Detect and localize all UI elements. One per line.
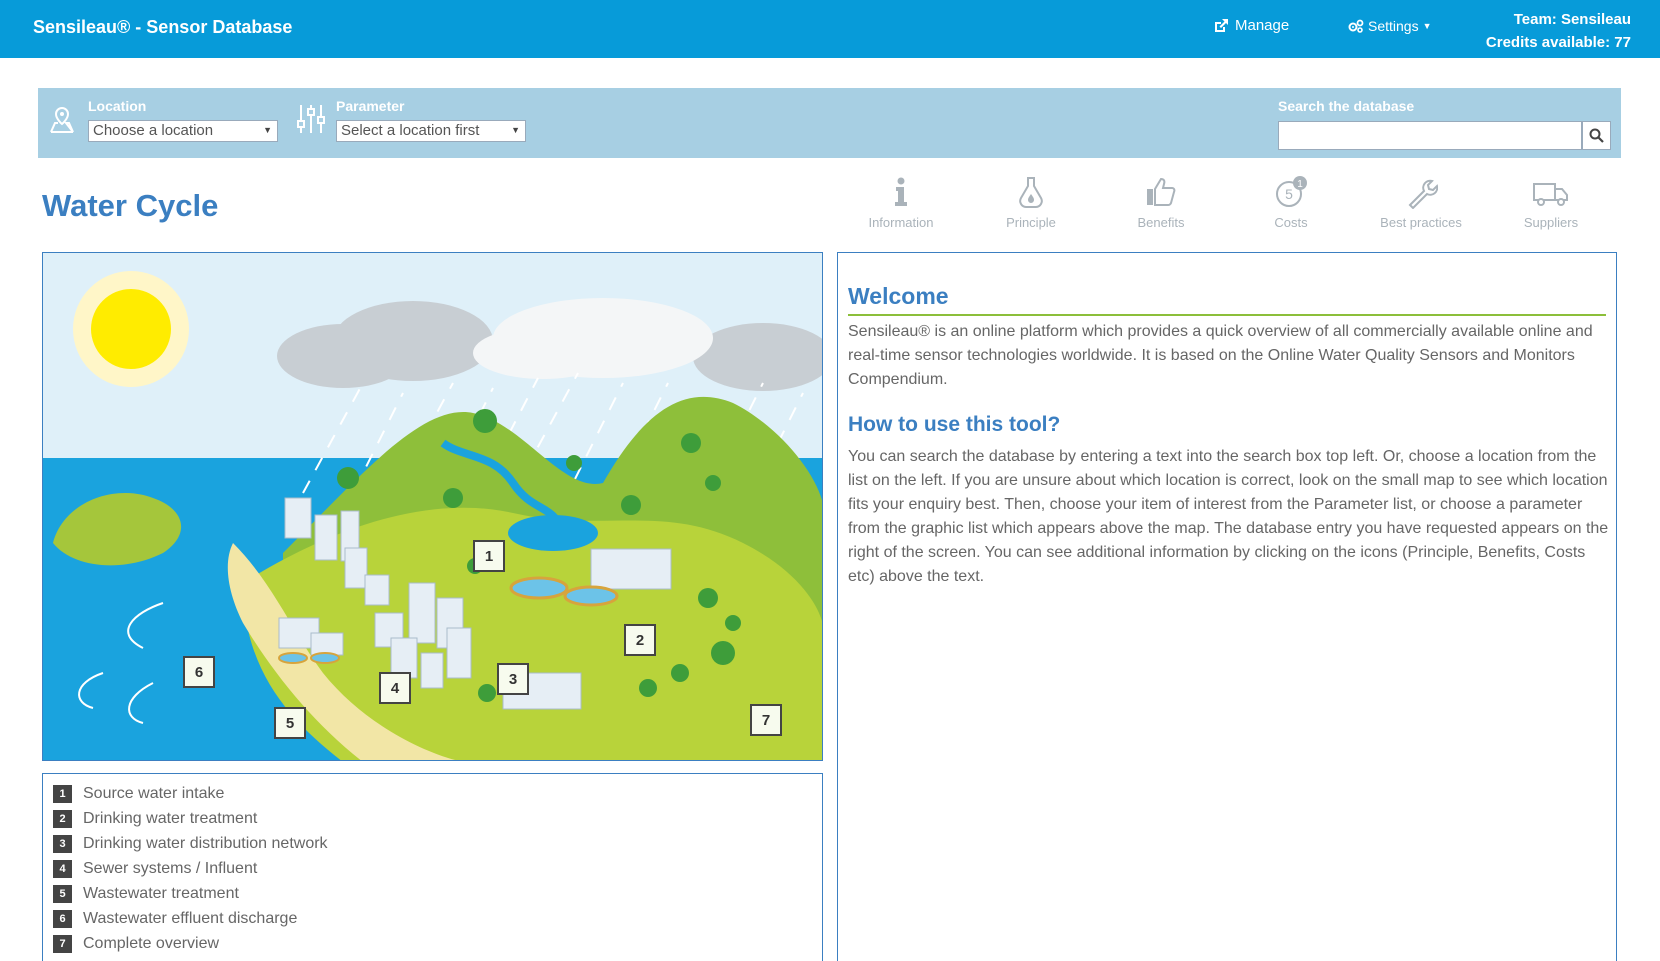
tab-information-label: Information bbox=[868, 215, 934, 230]
legend-item[interactable]: 1 Source water intake bbox=[53, 785, 224, 803]
sun-icon bbox=[73, 271, 189, 387]
map-marker-2[interactable]: 2 bbox=[624, 624, 656, 656]
map-marker-6-label: 6 bbox=[194, 663, 204, 681]
tab-benefits-label: Benefits bbox=[1137, 215, 1185, 230]
top-navbar: Sensileau® - Sensor Database Manage Sett… bbox=[0, 0, 1660, 58]
legend-label: Wastewater treatment bbox=[83, 885, 239, 902]
team-name: Team: Sensileau bbox=[1513, 11, 1631, 28]
manage-link[interactable]: Manage bbox=[1213, 17, 1289, 34]
gears-icon bbox=[1348, 19, 1364, 33]
welcome-heading: Welcome bbox=[848, 283, 1606, 316]
location-label: Location bbox=[88, 98, 147, 114]
map-marker-7[interactable]: 7 bbox=[750, 704, 782, 736]
tab-best-practices[interactable]: Best practices bbox=[1366, 175, 1476, 230]
costs-badge: 1 bbox=[1297, 179, 1303, 190]
external-link-icon bbox=[1215, 18, 1228, 32]
water-cycle-map: 1 2 3 4 5 6 7 bbox=[42, 252, 823, 761]
map-marker-7-label: 7 bbox=[761, 711, 771, 729]
map-marker-3-label: 3 bbox=[508, 670, 518, 688]
tab-principle[interactable]: Principle bbox=[976, 175, 1086, 230]
map-marker-5-label: 5 bbox=[285, 714, 295, 732]
team-info: Team: Sensileau Credits available: 77 bbox=[1486, 8, 1631, 54]
manage-label: Manage bbox=[1235, 17, 1290, 34]
caret-down-icon: ▼ bbox=[1422, 21, 1432, 31]
legend-item[interactable]: 2 Drinking water treatment bbox=[53, 810, 257, 828]
location-select-value: Choose a location bbox=[93, 122, 214, 139]
search-icon bbox=[1589, 128, 1604, 143]
map-marker-1[interactable]: 1 bbox=[473, 540, 505, 572]
map-marker-6[interactable]: 6 bbox=[183, 656, 215, 688]
info-icon bbox=[895, 177, 907, 206]
howto-text: You can search the database by entering … bbox=[848, 448, 1609, 585]
legend-number: 2 bbox=[53, 810, 72, 828]
tab-suppliers[interactable]: Suppliers bbox=[1496, 175, 1606, 230]
map-marker-1-label: 1 bbox=[484, 547, 494, 565]
water-cycle-legend: 1 Source water intake 2 Drinking water t… bbox=[42, 773, 823, 961]
coin-icon: 5 1 bbox=[1276, 176, 1307, 207]
credits-available: Credits available: 77 bbox=[1485, 34, 1631, 51]
tab-suppliers-label: Suppliers bbox=[1523, 215, 1579, 230]
filter-bar: Location Choose a location ▼ Parameter S… bbox=[38, 88, 1621, 158]
legend-number: 3 bbox=[53, 835, 72, 853]
welcome-text: Sensileau® is an online platform which p… bbox=[848, 323, 1593, 388]
truck-icon bbox=[1533, 183, 1568, 206]
settings-label: Settings bbox=[1368, 18, 1419, 34]
search-button[interactable] bbox=[1582, 121, 1611, 150]
legend-number: 6 bbox=[53, 910, 72, 928]
search-label: Search the database bbox=[1278, 98, 1415, 114]
map-pin-icon bbox=[50, 106, 74, 133]
tab-costs[interactable]: 5 1 Costs bbox=[1236, 175, 1346, 230]
tab-costs-label: Costs bbox=[1274, 215, 1308, 230]
legend-item[interactable]: 6 Wastewater effluent discharge bbox=[53, 910, 297, 928]
howto-heading: How to use this tool? bbox=[848, 413, 1061, 436]
page-title: Water Cycle bbox=[42, 188, 219, 223]
legend-label: Drinking water distribution network bbox=[83, 835, 328, 852]
legend-number: 5 bbox=[53, 885, 72, 903]
settings-dropdown[interactable]: Settings ▼ bbox=[1348, 18, 1432, 34]
legend-item[interactable]: 5 Wastewater treatment bbox=[53, 885, 239, 903]
legend-number: 1 bbox=[53, 785, 72, 803]
map-marker-4-label: 4 bbox=[390, 679, 400, 697]
tab-best-practices-label: Best practices bbox=[1380, 215, 1462, 230]
legend-item[interactable]: 7 Complete overview bbox=[53, 935, 219, 953]
location-select[interactable]: Choose a location ▼ bbox=[88, 120, 278, 142]
legend-item[interactable]: 4 Sewer systems / Influent bbox=[53, 860, 257, 878]
sliders-icon bbox=[297, 105, 325, 133]
map-marker-2-label: 2 bbox=[635, 631, 645, 649]
parameter-select-value: Select a location first bbox=[341, 122, 480, 139]
chevron-down-icon: ▼ bbox=[511, 125, 520, 135]
chevron-down-icon: ▼ bbox=[263, 125, 272, 135]
legend-label: Source water intake bbox=[83, 785, 225, 802]
flask-icon bbox=[1019, 177, 1043, 208]
legend-label: Sewer systems / Influent bbox=[83, 860, 258, 877]
legend-number: 7 bbox=[53, 935, 72, 953]
coin-value: 5 bbox=[1285, 186, 1293, 202]
parameter-label: Parameter bbox=[336, 98, 405, 114]
map-marker-3[interactable]: 3 bbox=[497, 663, 529, 695]
wrench-icon bbox=[1408, 179, 1438, 209]
legend-item[interactable]: 3 Drinking water distribution network bbox=[53, 835, 328, 853]
info-panel: Welcome Sensileau® is an online platform… bbox=[837, 252, 1617, 961]
map-marker-5[interactable]: 5 bbox=[274, 707, 306, 739]
water-cycle-illustration bbox=[43, 253, 822, 760]
legend-label: Drinking water treatment bbox=[83, 810, 258, 827]
legend-label: Complete overview bbox=[83, 935, 220, 952]
thumbs-up-icon bbox=[1147, 177, 1176, 206]
tab-information[interactable]: Information bbox=[846, 175, 956, 230]
parameter-select[interactable]: Select a location first ▼ bbox=[336, 120, 526, 142]
legend-number: 4 bbox=[53, 860, 72, 878]
tab-principle-label: Principle bbox=[1006, 215, 1056, 230]
legend-label: Wastewater effluent discharge bbox=[83, 910, 298, 927]
app-title[interactable]: Sensileau® - Sensor Database bbox=[33, 17, 292, 38]
search-input[interactable] bbox=[1278, 121, 1582, 150]
tab-benefits[interactable]: Benefits bbox=[1106, 175, 1216, 230]
map-marker-4[interactable]: 4 bbox=[379, 672, 411, 704]
